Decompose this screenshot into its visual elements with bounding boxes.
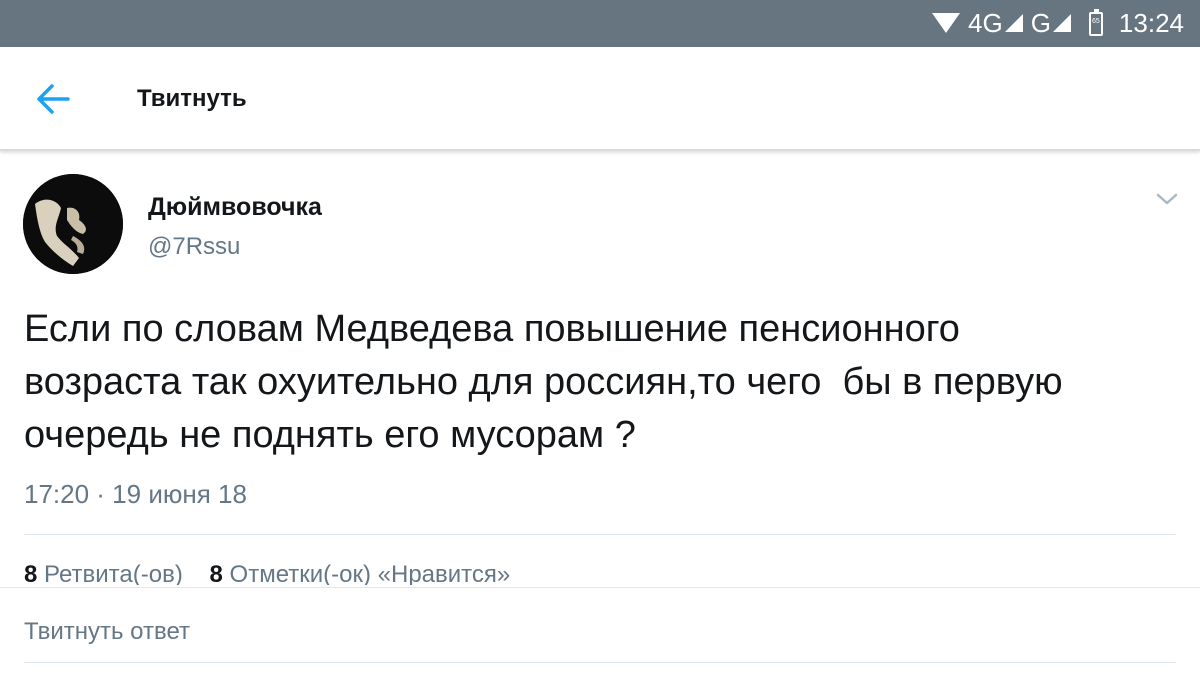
arrow-left-icon bbox=[37, 84, 70, 114]
network-g-indicator: G bbox=[1031, 8, 1071, 39]
battery-icon: 65 bbox=[1088, 8, 1103, 36]
reply-bar: Твитнуть ответ bbox=[0, 587, 1200, 668]
retweets-stat[interactable]: 8 Ретвита(-ов) bbox=[24, 561, 183, 585]
author-name[interactable]: Дюймвовочка bbox=[148, 193, 322, 222]
divider bbox=[24, 534, 1176, 535]
page-title: Твитнуть bbox=[137, 85, 247, 112]
retweets-count: 8 bbox=[24, 561, 38, 585]
battery-level: 65 bbox=[1092, 17, 1100, 25]
likes-count: 8 bbox=[209, 561, 223, 585]
signal-icon bbox=[1004, 13, 1023, 32]
tweet-text: Если по словам Медведева повышение пенси… bbox=[24, 308, 1063, 456]
tweet-stats: 8 Ретвита(-ов) 8 Отметки(-ок) «Нравится» bbox=[24, 561, 530, 585]
likes-stat[interactable]: 8 Отметки(-ок) «Нравится» bbox=[210, 561, 511, 585]
network-4g-label: 4G bbox=[968, 8, 1003, 38]
wifi-icon bbox=[932, 9, 960, 39]
chevron-down-icon bbox=[1156, 193, 1178, 205]
avatar[interactable] bbox=[23, 174, 123, 274]
likes-label: Отметки(-ок) «Нравится» bbox=[229, 561, 511, 585]
divider bbox=[24, 662, 1176, 663]
status-bar: 4G G 65 13:24 bbox=[0, 0, 1200, 47]
retweets-label: Ретвита(-ов) bbox=[44, 561, 183, 585]
network-4g-indicator: 4G bbox=[968, 8, 1023, 39]
app-bar: Твитнуть bbox=[0, 47, 1200, 151]
network-g-label: G bbox=[1030, 8, 1051, 38]
signal-icon bbox=[1052, 13, 1071, 32]
clock: 13:24 bbox=[1118, 8, 1184, 38]
tweet-menu-button[interactable] bbox=[1153, 189, 1181, 209]
back-button[interactable] bbox=[28, 77, 78, 121]
author-handle[interactable]: @7Rssu bbox=[148, 233, 240, 261]
reply-input[interactable]: Твитнуть ответ bbox=[24, 618, 190, 646]
avatar-image bbox=[23, 174, 123, 274]
tweet-timestamp: 17:20 · 19 июня 18 bbox=[24, 479, 247, 509]
